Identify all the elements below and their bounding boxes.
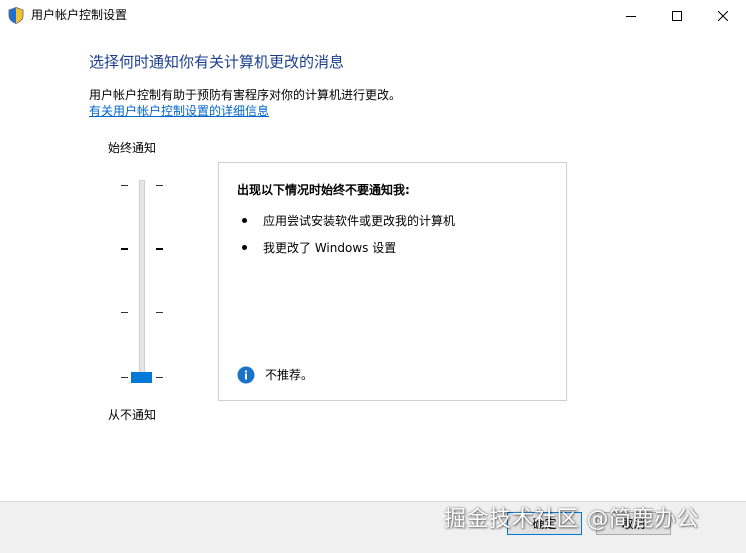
panel-title: 出现以下情况时始终不要通知我: bbox=[237, 183, 410, 197]
page-heading: 选择何时通知你有关计算机更改的消息 bbox=[89, 53, 345, 71]
slider-tick bbox=[121, 185, 128, 186]
slider-tick bbox=[121, 248, 128, 250]
slider-tick bbox=[156, 377, 163, 378]
slider-thumb[interactable] bbox=[131, 372, 152, 383]
uac-shield-icon bbox=[8, 7, 24, 24]
details-link[interactable]: 有关用户帐户控制设置的详细信息 bbox=[89, 104, 269, 119]
slider-tick bbox=[156, 248, 163, 250]
close-icon bbox=[718, 10, 728, 21]
list-item: 我更改了 Windows 设置 bbox=[263, 241, 397, 255]
slider-track[interactable] bbox=[139, 180, 145, 383]
title-bar: 用户帐户控制设置 bbox=[0, 0, 746, 31]
description-panel: 出现以下情况时始终不要通知我: 应用尝试安装软件或更改我的计算机 我更改了 Wi… bbox=[218, 162, 567, 401]
slider-tick bbox=[121, 377, 128, 378]
description-text: 用户帐户控制有助于预防有害程序对你的计算机进行更改。 bbox=[89, 88, 402, 102]
slider-bottom-label: 从不通知 bbox=[108, 408, 157, 422]
slider-tick bbox=[156, 312, 163, 313]
close-button[interactable] bbox=[700, 0, 746, 31]
minimize-button[interactable] bbox=[608, 0, 654, 31]
slider-top-label: 始终通知 bbox=[108, 141, 157, 155]
minimize-icon bbox=[626, 15, 636, 17]
list-item: 应用尝试安装软件或更改我的计算机 bbox=[263, 214, 456, 228]
slider-tick bbox=[121, 312, 128, 313]
slider-tick bbox=[156, 185, 163, 186]
info-note: 不推荐。 bbox=[265, 368, 314, 382]
bullet-dot bbox=[242, 218, 247, 223]
window-title: 用户帐户控制设置 bbox=[31, 8, 128, 22]
watermark-text: 掘金技术社区 @简鹿办公 bbox=[444, 507, 699, 532]
bullet-dot bbox=[242, 245, 247, 250]
maximize-icon bbox=[672, 10, 682, 21]
info-icon bbox=[237, 366, 255, 384]
maximize-button[interactable] bbox=[654, 0, 700, 31]
